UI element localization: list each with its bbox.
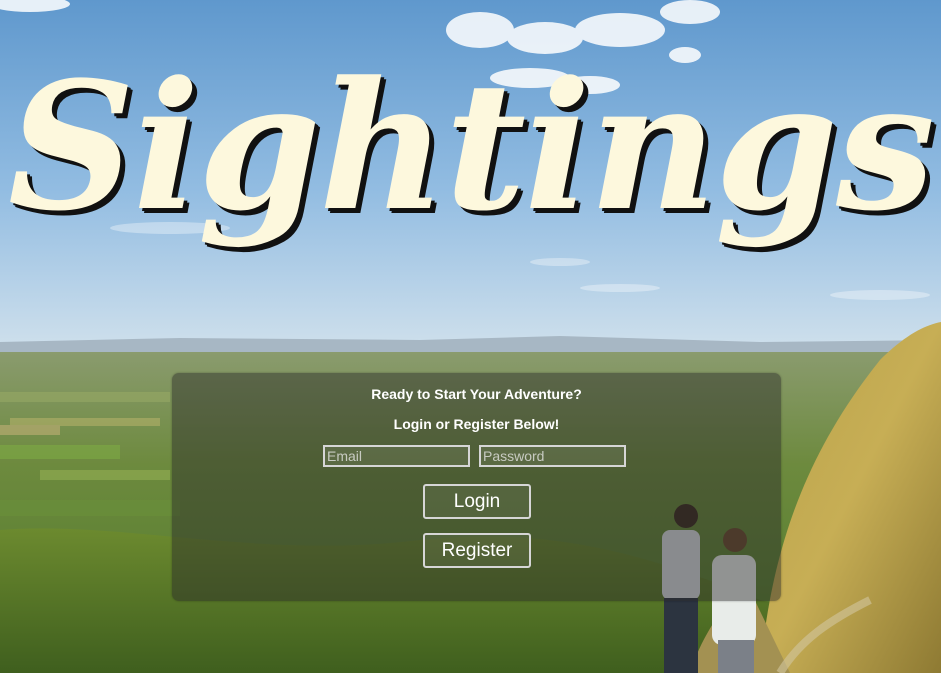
panel-heading-primary: Ready to Start Your Adventure? xyxy=(371,386,582,402)
landing-page: Sightings Ready to Start Your Adventure?… xyxy=(0,0,941,673)
email-input[interactable] xyxy=(323,445,470,467)
login-button[interactable]: Login xyxy=(423,484,531,519)
password-input[interactable] xyxy=(479,445,626,467)
panel-heading-secondary: Login or Register Below! xyxy=(393,416,560,432)
login-panel: Ready to Start Your Adventure? Login or … xyxy=(172,373,781,601)
brand-title: Sightings xyxy=(7,43,935,250)
register-button[interactable]: Register xyxy=(423,533,531,568)
